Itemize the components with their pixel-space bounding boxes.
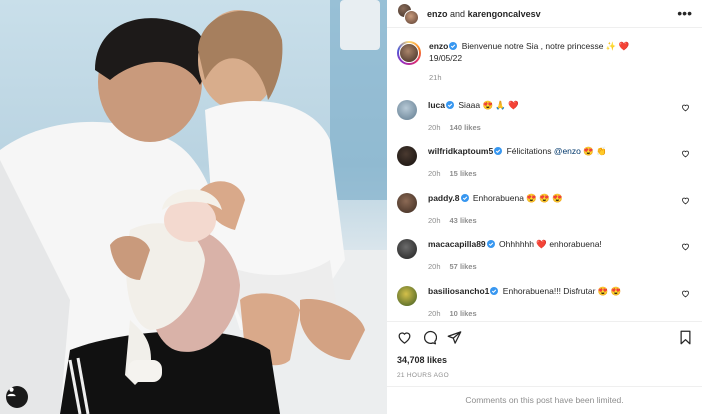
- comment-likes[interactable]: 57 likes: [450, 262, 477, 271]
- bookmark-icon[interactable]: [679, 330, 692, 345]
- avatar: [404, 9, 419, 25]
- post-panel: enzo and karengoncalvesv ••• enzo Bienve…: [387, 0, 702, 414]
- avatar[interactable]: [397, 286, 417, 306]
- comment-username[interactable]: basiliosancho1: [428, 286, 489, 296]
- post-photo[interactable]: [0, 0, 387, 414]
- collab-usernames: enzo and karengoncalvesv: [427, 9, 541, 19]
- user-icon: [7, 387, 16, 397]
- comment-likes[interactable]: 140 likes: [450, 123, 481, 132]
- verified-badge-icon: [460, 194, 469, 202]
- comment-text: Ohhhhhh ❤️ enhorabuena!: [499, 239, 602, 249]
- verified-badge-icon: [494, 147, 503, 155]
- comment-likes[interactable]: 15 likes: [450, 169, 477, 178]
- comment-username[interactable]: wilfridkaptoum5: [428, 146, 493, 156]
- avatar[interactable]: [397, 239, 417, 259]
- caption-time[interactable]: 21h: [429, 73, 629, 82]
- post-header: enzo and karengoncalvesv •••: [387, 0, 702, 28]
- caption-username[interactable]: enzo: [429, 41, 448, 51]
- like-comment-heart-icon[interactable]: [681, 196, 690, 205]
- comment-time[interactable]: 20h: [428, 169, 441, 178]
- header-username-1[interactable]: enzo: [427, 9, 448, 19]
- caption-date: 19/05/22: [429, 53, 463, 63]
- avatar[interactable]: [397, 41, 421, 65]
- comments-limited-notice: Comments on this post have been limited.: [387, 386, 702, 405]
- comment-text: Siaaa 😍 🙏 ❤️: [458, 100, 519, 110]
- avatar[interactable]: [397, 100, 417, 120]
- like-comment-heart-icon[interactable]: [681, 149, 690, 158]
- more-horizontal-icon[interactable]: •••: [677, 6, 692, 20]
- comment-text: Enhorabuena!!! Disfrutar 😍 😍: [502, 286, 622, 296]
- post-actions: 34,708 likes 21 HOURS AGO Comments on th…: [387, 321, 702, 414]
- comment-username[interactable]: macacapilla89: [428, 239, 486, 249]
- like-comment-heart-icon[interactable]: [681, 242, 690, 251]
- verified-badge-icon: [486, 240, 495, 248]
- comment-text-tail: 😍 👏: [580, 146, 607, 156]
- comment-item: paddy.8 Enhorabuena 😍 😍 😍 20h 43 likes: [397, 192, 692, 227]
- comment-time[interactable]: 20h: [428, 309, 441, 318]
- header-joiner: and: [450, 8, 466, 19]
- comment-bubble-icon[interactable]: [422, 330, 437, 345]
- photo-illustration: [0, 0, 387, 414]
- likes-count[interactable]: 34,708 likes: [397, 355, 447, 365]
- avatar[interactable]: [397, 146, 417, 166]
- post-caption: enzo Bienvenue notre Sia , notre princes…: [397, 40, 692, 82]
- verified-badge-icon: [449, 42, 458, 50]
- comment-text: Enhorabuena 😍 😍 😍: [472, 193, 563, 203]
- comment-username[interactable]: luca: [428, 100, 445, 110]
- like-comment-heart-icon[interactable]: [681, 103, 690, 112]
- like-comment-heart-icon[interactable]: [681, 289, 690, 298]
- comment-likes[interactable]: 43 likes: [450, 216, 477, 225]
- comment-time[interactable]: 20h: [428, 123, 441, 132]
- like-heart-icon[interactable]: [397, 330, 412, 345]
- collab-avatars[interactable]: [397, 2, 419, 25]
- header-username-2[interactable]: karengoncalvesv: [468, 9, 541, 19]
- avatar[interactable]: [397, 193, 417, 213]
- comment-time[interactable]: 20h: [428, 216, 441, 225]
- verified-badge-icon: [446, 101, 455, 109]
- comment-text: Félicitations: [506, 146, 554, 156]
- comment-username[interactable]: paddy.8: [428, 193, 460, 203]
- comment-item: basiliosancho1 Enhorabuena!!! Disfrutar …: [397, 285, 692, 320]
- comment-item: wilfridkaptoum5 Félicitations @enzo 😍 👏 …: [397, 145, 692, 180]
- tagged-people-button[interactable]: [6, 386, 28, 408]
- caption-text: Bienvenue notre Sia , notre princesse ✨ …: [461, 41, 630, 51]
- comment-item: macacapilla89 Ohhhhhh ❤️ enhorabuena! 20…: [397, 238, 692, 273]
- comment-mention[interactable]: @enzo: [554, 146, 581, 156]
- post-timestamp[interactable]: 21 HOURS AGO: [397, 372, 449, 379]
- comment-time[interactable]: 20h: [428, 262, 441, 271]
- comment-likes[interactable]: 10 likes: [450, 309, 477, 318]
- verified-badge-icon: [490, 287, 499, 295]
- comment-item: luca Siaaa 😍 🙏 ❤️ 20h 140 likes: [397, 99, 692, 134]
- share-paper-plane-icon[interactable]: [447, 330, 462, 345]
